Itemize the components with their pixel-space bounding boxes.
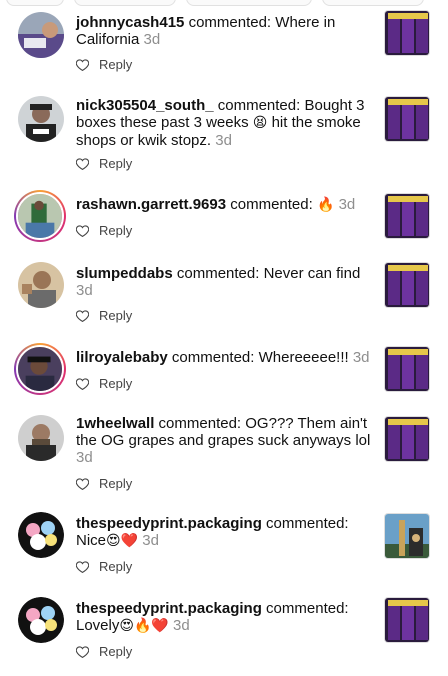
comment-body: Nice [76,532,107,549]
comment-text: slumpeddabs commented: Never can find 3d [76,265,374,299]
username-link[interactable]: johnnycash415 [76,14,184,31]
comment-text: thespeedyprint.packaging commented: Nice… [76,515,374,550]
heart-icon[interactable] [76,560,89,573]
avatar[interactable] [18,415,64,461]
avatar[interactable] [18,597,64,643]
comment-emoji: 🔥 [133,618,152,634]
reply-row: Reply [76,559,132,574]
reply-button[interactable]: Reply [99,57,132,72]
comment-time: 3d [338,196,356,213]
comment-emoji: ❤️ [120,533,139,549]
filter-pill[interactable] [6,0,64,6]
avatar[interactable] [18,96,64,142]
comment-emoji: 🔥 [316,197,335,213]
heart-icon[interactable] [76,645,89,658]
reply-row: Reply [76,308,132,323]
comment-time: 3d [352,349,370,366]
username-link[interactable]: nick305504_south_ [76,97,214,114]
post-thumbnail[interactable] [384,96,430,142]
post-thumbnail[interactable] [384,597,430,643]
post-thumbnail[interactable] [384,10,430,56]
heart-icon[interactable] [76,58,89,71]
comment-time: 3d [143,31,161,48]
filter-pill[interactable] [74,0,176,6]
reply-button[interactable]: Reply [99,376,132,391]
comment-verb: commented: [188,14,272,31]
username-link[interactable]: rashawn.garrett.9693 [76,196,226,213]
reply-row: Reply [76,644,132,659]
reply-row: Reply [76,57,132,72]
post-thumbnail[interactable] [384,346,430,392]
comment-text: lilroyalebaby commented: Whereeeee!!! 3d [76,349,374,366]
heart-icon[interactable] [76,377,89,390]
avatar[interactable] [18,512,64,558]
avatar[interactable] [18,262,64,308]
comment-time: 3d [76,449,93,466]
comment-verb: commented: [217,97,301,114]
comment-time: 3d [142,532,159,549]
reply-button[interactable]: Reply [99,223,132,238]
username-link[interactable]: thespeedyprint.packaging [76,515,262,532]
avatar[interactable] [14,190,66,242]
username-link[interactable]: lilroyalebaby [76,349,168,366]
reply-button[interactable]: Reply [99,476,132,491]
comment-time: 3d [76,282,93,299]
comment-verb: commented: [176,265,260,282]
filter-pill[interactable] [186,0,312,6]
comment-verb: commented: [158,415,242,432]
comment-body: Lovely [76,617,120,634]
reply-button[interactable]: Reply [99,644,132,659]
reply-row: Reply [76,476,132,491]
username-link[interactable]: slumpeddabs [76,265,173,282]
post-thumbnail[interactable] [384,416,430,462]
filter-pill[interactable] [322,0,424,6]
username-link[interactable]: 1wheelwall [76,415,154,432]
heart-icon[interactable] [76,309,89,322]
heart-icon[interactable] [76,224,89,237]
reply-row: Reply [76,156,132,171]
heart-icon[interactable] [76,477,89,490]
reply-row: Reply [76,376,132,391]
heart-icon[interactable] [76,157,89,170]
comment-emoji: ❤️ [151,618,169,634]
comment-emoji: 😫 [252,115,268,131]
comment-text: 1wheelwall commented: OG??? Them ain't t… [76,415,374,466]
avatar[interactable] [18,12,64,58]
comment-emoji: 😍 [106,533,121,549]
comment-text: johnnycash415 commented: Where in Califo… [76,14,374,48]
post-thumbnail[interactable] [384,262,430,308]
reply-button[interactable]: Reply [99,559,132,574]
reply-button[interactable]: Reply [99,156,132,171]
comment-emoji: 😍 [119,618,134,634]
comment-text: rashawn.garrett.9693 commented: 🔥 3d [76,196,374,214]
comment-body: Never can find [263,265,361,282]
reply-row: Reply [76,223,132,238]
comment-verb: commented: [171,349,255,366]
comment-text: nick305504_south_ commented: Bought 3 bo… [76,97,374,149]
comment-verb: commented: [266,600,349,617]
comment-time: 3d [173,617,190,634]
comment-verb: commented: [266,515,349,532]
comment-verb: commented: [230,196,313,213]
comment-time: 3d [215,132,232,149]
avatar[interactable] [14,343,66,395]
top-filter-bar [0,0,448,8]
comment-body: Whereeeee!!! [258,349,349,366]
post-thumbnail[interactable] [384,193,430,239]
comment-text: thespeedyprint.packaging commented: Love… [76,600,374,635]
reply-button[interactable]: Reply [99,308,132,323]
post-thumbnail[interactable] [384,513,430,559]
username-link[interactable]: thespeedyprint.packaging [76,600,262,617]
